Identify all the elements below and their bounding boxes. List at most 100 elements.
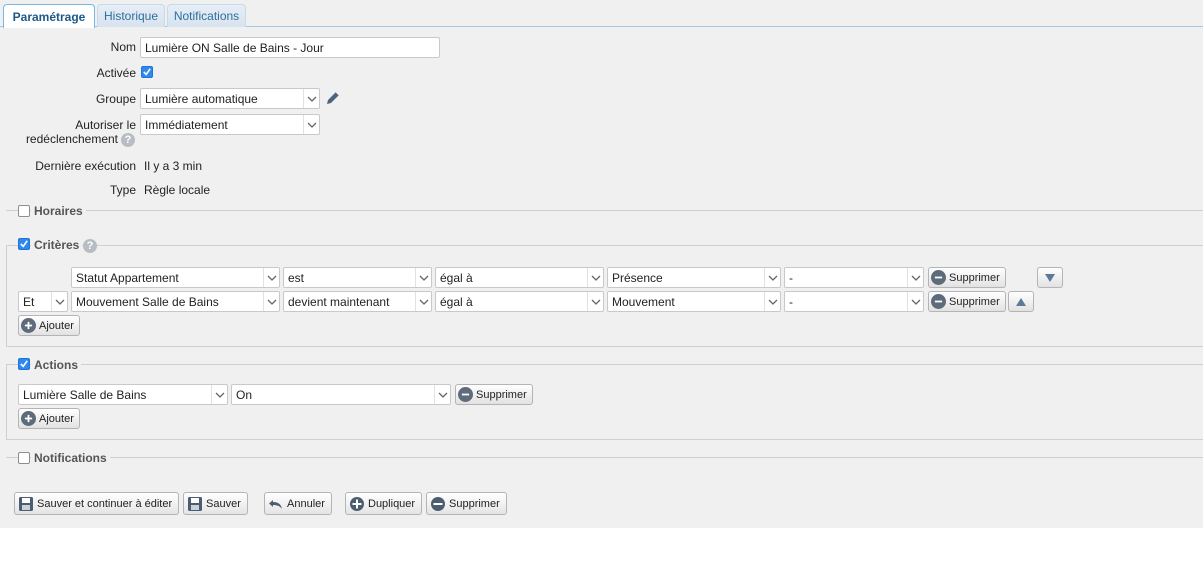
action-device-select[interactable]: Lumière Salle de Bains bbox=[18, 384, 228, 405]
group-select[interactable]: Lumière automatique bbox=[140, 88, 320, 109]
criteria-extra-select[interactable]: - bbox=[784, 291, 924, 312]
criteria-extra-select[interactable]: - bbox=[784, 267, 924, 288]
schedules-legend: Horaires bbox=[31, 204, 86, 218]
criteria-value-select[interactable]: Mouvement bbox=[607, 291, 781, 312]
delete-label: Supprimer bbox=[449, 497, 500, 510]
help-icon[interactable]: ? bbox=[121, 133, 135, 147]
save-label: Sauver bbox=[206, 497, 241, 510]
retrigger-select[interactable]: Immédiatement bbox=[140, 114, 320, 135]
save-button[interactable]: Sauver bbox=[183, 492, 248, 515]
duplicate-label: Dupliquer bbox=[368, 497, 416, 510]
plus-icon bbox=[21, 318, 36, 333]
name-label: Nom bbox=[110, 40, 136, 54]
criteria-connector-value: Et bbox=[23, 294, 35, 309]
criteria-subject-value: Mouvement Salle de Bains bbox=[76, 294, 219, 309]
tab-bar: Paramétrage Historique Notifications bbox=[0, 0, 1203, 28]
minus-icon bbox=[931, 294, 946, 309]
save-continue-button[interactable]: Sauver et continuer à éditer bbox=[14, 492, 180, 515]
criteria-value-value: Mouvement bbox=[612, 294, 675, 309]
notifications-divider bbox=[6, 457, 1203, 458]
chevron-down-icon bbox=[415, 292, 431, 311]
move-down-button[interactable] bbox=[1037, 267, 1063, 288]
criteria-verb-value: est bbox=[288, 270, 305, 285]
criteria-verb-select[interactable]: est bbox=[283, 267, 432, 288]
action-device-value: Lumière Salle de Bains bbox=[23, 387, 147, 402]
actions-add-button[interactable]: Ajouter bbox=[18, 408, 80, 429]
retrigger-label-line2: redéclenchement bbox=[25, 132, 118, 146]
criteria-verb-select[interactable]: devient maintenant bbox=[283, 291, 432, 312]
type-label: Type bbox=[109, 183, 136, 197]
enabled-label: Activée bbox=[96, 66, 136, 80]
tab-parametrage[interactable]: Paramétrage bbox=[3, 4, 95, 28]
criteria-delete-button[interactable]: Supprimer bbox=[928, 267, 1006, 288]
schedules-checkbox[interactable] bbox=[18, 205, 30, 217]
criteria-add-button[interactable]: Ajouter bbox=[18, 315, 80, 336]
tab-historique[interactable]: Historique bbox=[97, 4, 165, 27]
action-command-select[interactable]: On bbox=[231, 384, 451, 405]
criteria-subject-select[interactable]: Statut Appartement bbox=[71, 267, 280, 288]
minus-icon bbox=[431, 496, 445, 511]
criteria-operator-value: égal à bbox=[440, 294, 473, 309]
action-command-value: On bbox=[236, 387, 253, 402]
last-run-label: Dernière exécution bbox=[35, 159, 136, 173]
move-up-button[interactable] bbox=[1008, 291, 1034, 312]
criteria-subject-value: Statut Appartement bbox=[76, 270, 179, 285]
chevron-down-icon bbox=[263, 292, 279, 311]
chevron-down-icon bbox=[907, 292, 923, 311]
group-select-value: Lumière automatique bbox=[145, 91, 258, 106]
pencil-icon[interactable] bbox=[324, 89, 342, 107]
triangle-down-icon bbox=[1045, 273, 1055, 282]
plus-icon bbox=[21, 411, 36, 426]
criteria-extra-value: - bbox=[789, 270, 793, 285]
type-value: Règle locale bbox=[144, 183, 211, 197]
chevron-down-icon bbox=[907, 268, 923, 287]
enabled-checkbox[interactable] bbox=[141, 66, 153, 78]
cancel-label: Annuler bbox=[287, 497, 325, 510]
criteria-delete-label: Supprimer bbox=[949, 271, 1000, 284]
actions-legend: Actions bbox=[31, 358, 82, 372]
criteria-delete-label: Supprimer bbox=[949, 295, 1000, 308]
chevron-down-icon bbox=[51, 292, 67, 311]
criteria-operator-select[interactable]: égal à bbox=[435, 291, 604, 312]
schedules-divider bbox=[6, 210, 1203, 211]
chevron-down-icon bbox=[263, 268, 279, 287]
criteria-add-label: Ajouter bbox=[39, 319, 74, 332]
retrigger-label-line1: Autoriser le bbox=[75, 118, 136, 132]
criteria-verb-value: devient maintenant bbox=[288, 294, 390, 309]
criteria-connector-select[interactable]: Et bbox=[18, 291, 68, 312]
minus-icon bbox=[931, 270, 946, 285]
criteria-legend: Critères bbox=[31, 238, 83, 252]
group-label: Groupe bbox=[95, 92, 136, 106]
undo-icon bbox=[269, 499, 282, 509]
floppy-disk-icon bbox=[19, 496, 33, 511]
chevron-down-icon bbox=[587, 292, 603, 311]
save-continue-label: Sauver et continuer à éditer bbox=[37, 497, 173, 510]
criteria-subject-select[interactable]: Mouvement Salle de Bains bbox=[71, 291, 280, 312]
notifications-checkbox[interactable] bbox=[18, 452, 30, 464]
chevron-down-icon bbox=[587, 268, 603, 287]
duplicate-icon bbox=[350, 496, 364, 511]
tab-notifications[interactable]: Notifications bbox=[167, 4, 246, 27]
help-icon[interactable]: ? bbox=[83, 239, 97, 253]
criteria-value-select[interactable]: Présence bbox=[607, 267, 781, 288]
action-delete-button[interactable]: Supprimer bbox=[455, 384, 533, 405]
retrigger-select-value: Immédiatement bbox=[145, 117, 228, 132]
criteria-operator-select[interactable]: égal à bbox=[435, 267, 604, 288]
name-input[interactable] bbox=[140, 37, 440, 58]
criteria-value-value: Présence bbox=[612, 270, 663, 285]
criteria-extra-value: - bbox=[789, 294, 793, 309]
last-run-value: Il y a 3 min bbox=[144, 159, 203, 173]
chevron-down-icon bbox=[764, 268, 780, 287]
actions-add-label: Ajouter bbox=[39, 412, 74, 425]
chevron-down-icon bbox=[303, 89, 319, 108]
duplicate-button[interactable]: Dupliquer bbox=[345, 492, 423, 515]
rule-editor: Paramétrage Historique Notifications Nom… bbox=[0, 0, 1203, 528]
criteria-checkbox[interactable] bbox=[18, 238, 30, 250]
cancel-button[interactable]: Annuler bbox=[264, 492, 332, 515]
criteria-delete-button[interactable]: Supprimer bbox=[928, 291, 1006, 312]
delete-button[interactable]: Supprimer bbox=[426, 492, 507, 515]
action-delete-label: Supprimer bbox=[476, 388, 527, 401]
actions-checkbox[interactable] bbox=[18, 358, 30, 370]
minus-icon bbox=[458, 387, 473, 402]
triangle-up-icon bbox=[1016, 297, 1026, 306]
